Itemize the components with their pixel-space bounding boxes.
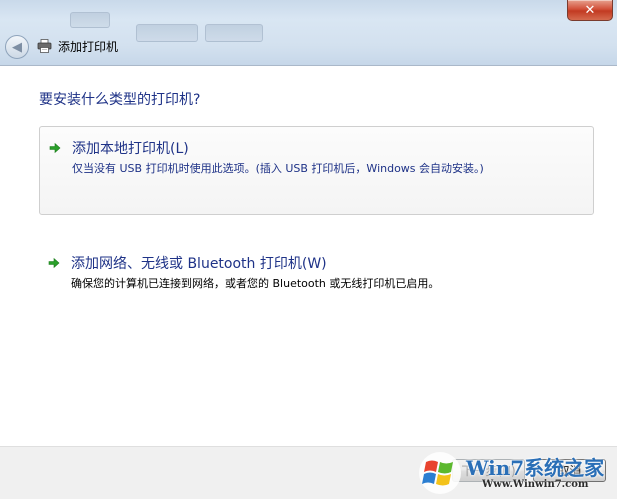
printer-icon	[37, 39, 52, 53]
option-description: 仅当没有 USB 打印机时使用此选项。(插入 USB 打印机后，Windows …	[72, 162, 484, 175]
blurred-background	[205, 24, 263, 42]
green-arrow-icon	[48, 257, 60, 269]
title-bar: ✕ ◀ 添加打印机	[0, 0, 617, 66]
back-arrow-icon: ◀	[12, 39, 22, 55]
close-icon: ✕	[584, 2, 596, 18]
window-title: 添加打印机	[58, 40, 119, 54]
page-heading: 要安装什么类型的打印机?	[39, 92, 201, 108]
option-title: 添加网络、无线或 Bluetooth 打印机(W)	[71, 256, 327, 272]
back-button[interactable]: ◀	[5, 35, 29, 59]
add-network-printer-option[interactable]: 添加网络、无线或 Bluetooth 打印机(W) 确保您的计算机已连接到网络，…	[39, 244, 594, 304]
add-local-printer-option[interactable]: 添加本地打印机(L) 仅当没有 USB 打印机时使用此选项。(插入 USB 打印…	[39, 126, 594, 215]
watermark-brand: Win7系统之家	[466, 456, 605, 480]
blurred-background	[136, 24, 198, 42]
green-arrow-icon	[49, 142, 61, 154]
close-button[interactable]: ✕	[567, 0, 613, 21]
option-description: 确保您的计算机已连接到网络，或者您的 Bluetooth 或无线打印机已启用。	[71, 277, 440, 290]
blurred-background	[70, 12, 110, 28]
windows-logo-icon	[419, 452, 461, 494]
option-title: 添加本地打印机(L)	[72, 141, 189, 157]
site-watermark: Win7系统之家 Www.Winwin7.com	[412, 448, 617, 498]
watermark-url: Www.Winwin7.com	[482, 479, 589, 490]
